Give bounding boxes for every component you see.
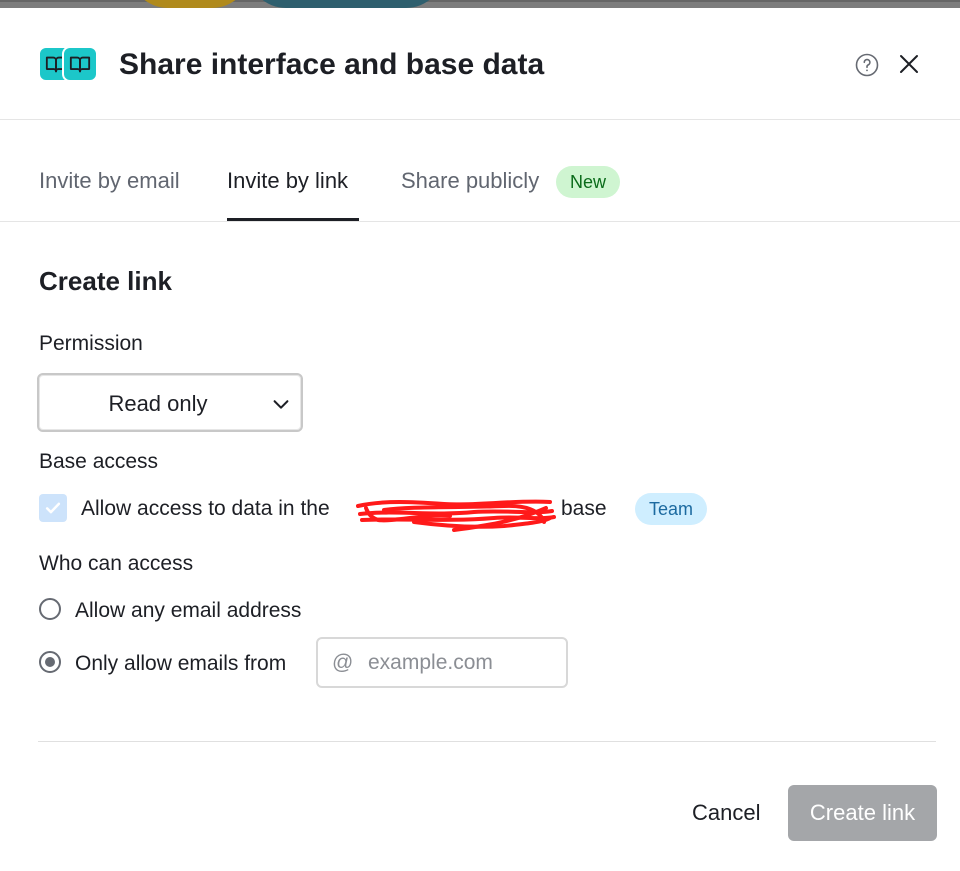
base-access-text: Allow access to data in the <box>81 497 330 520</box>
radio-selected-dot <box>45 657 55 667</box>
share-dialog: Share interface and base data Invite by … <box>0 8 960 871</box>
who-can-access-label: Who can access <box>39 552 194 575</box>
book-open-icon <box>62 46 98 82</box>
active-tab-indicator <box>227 218 359 221</box>
permission-value: Read only <box>108 391 208 416</box>
permission-select[interactable]: Read only <box>37 373 303 432</box>
close-icon[interactable] <box>897 52 921 76</box>
cancel-button[interactable]: Cancel <box>680 785 772 841</box>
base-access-label: Base access <box>39 450 159 473</box>
tab-invite-by-email[interactable]: Invite by email <box>39 166 180 196</box>
dialog-title: Share interface and base data <box>119 48 545 81</box>
permission-label: Permission <box>39 332 143 355</box>
base-access-suffix: base <box>561 497 607 520</box>
email-domain-field[interactable]: @ <box>316 637 568 688</box>
new-badge: New <box>556 166 621 198</box>
section-title: Create link <box>39 266 172 296</box>
help-icon[interactable] <box>855 53 879 77</box>
radio-only-domain-label[interactable]: Only allow emails from <box>75 649 286 679</box>
backdrop-bar <box>0 0 960 2</box>
tab-share-publicly[interactable]: Share publicly <box>401 166 539 196</box>
radio-any-email-label[interactable]: Allow any email address <box>75 596 301 626</box>
page-backdrop <box>0 0 960 8</box>
tab-invite-by-link[interactable]: Invite by link <box>227 166 348 196</box>
dialog-header: Share interface and base data <box>0 8 960 120</box>
at-sign-prefix: @ <box>332 651 354 674</box>
tab-bar: Invite by email Invite by link Share pub… <box>0 120 960 222</box>
footer-divider <box>38 741 936 742</box>
radio-only-domain[interactable] <box>39 651 61 673</box>
backdrop-shape <box>130 0 250 8</box>
create-link-button[interactable]: Create link <box>788 785 937 841</box>
base-access-checkbox[interactable] <box>39 494 67 522</box>
radio-any-email[interactable] <box>39 598 61 620</box>
checkmark-icon <box>45 502 61 514</box>
app-icons <box>38 46 100 82</box>
chevron-down-icon <box>270 393 292 415</box>
team-badge: Team <box>635 493 708 525</box>
backdrop-shape <box>248 0 444 8</box>
email-domain-input[interactable] <box>368 647 558 679</box>
redaction-scribble <box>354 492 558 534</box>
